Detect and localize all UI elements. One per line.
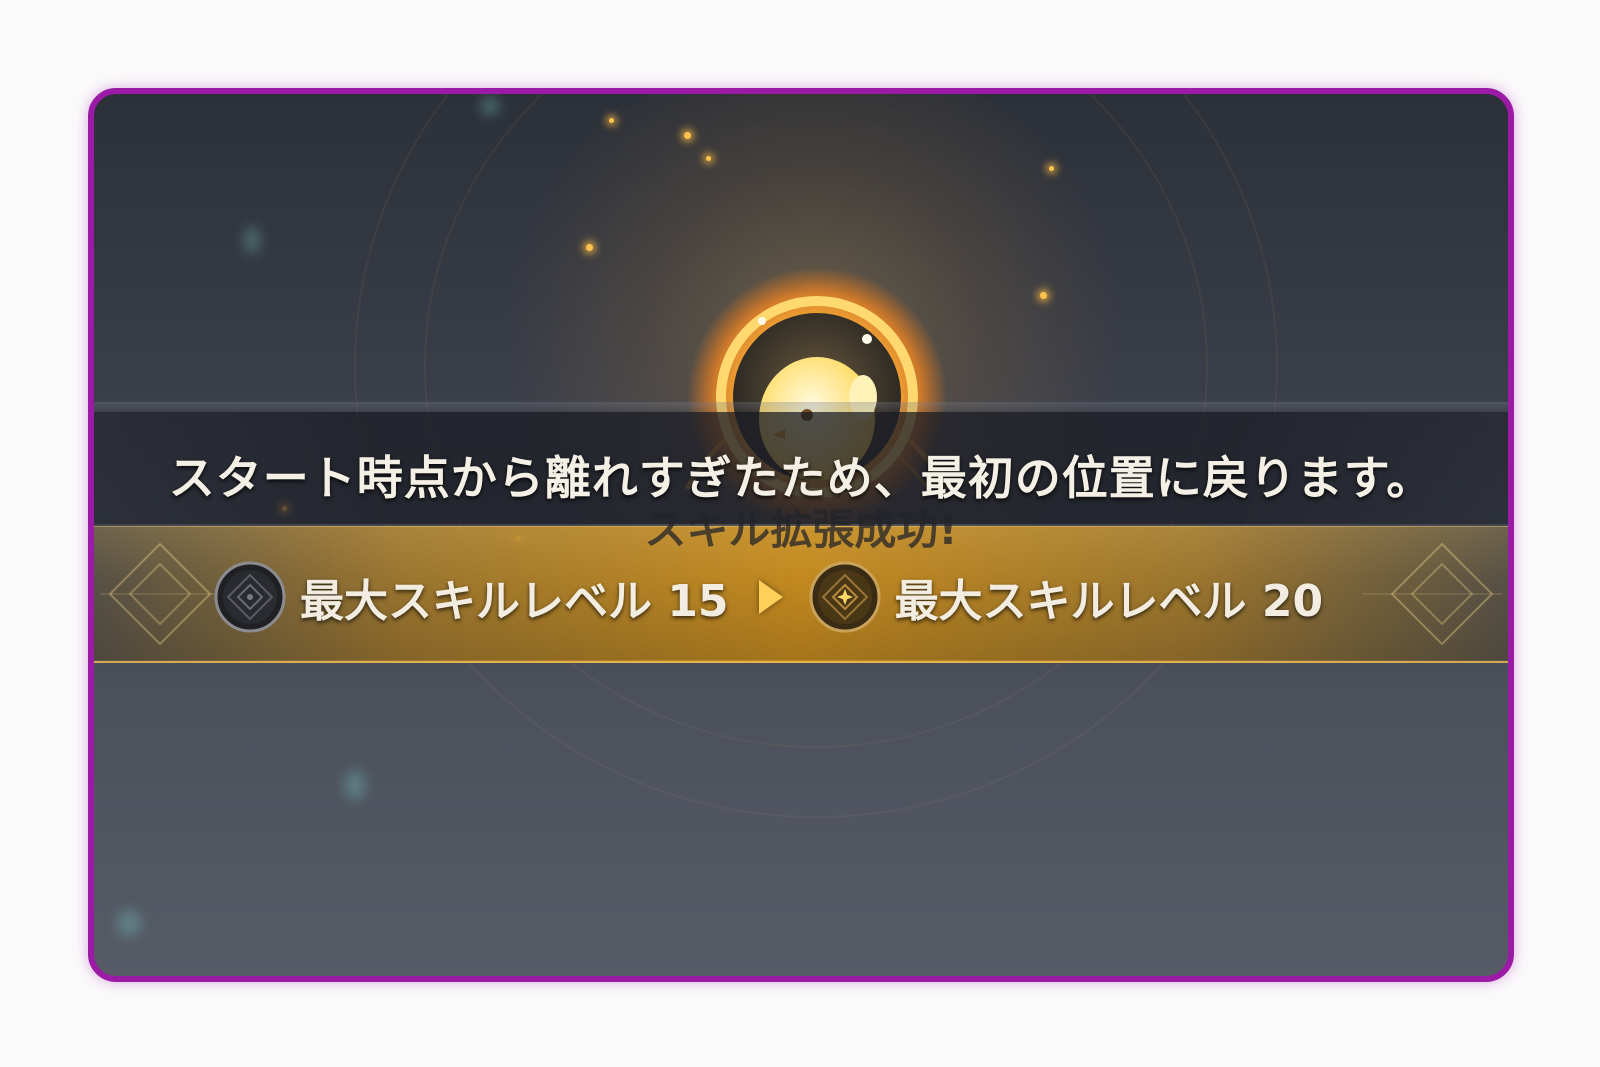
right-arrow-icon [758, 580, 783, 614]
light-mote [116, 910, 142, 936]
light-mote [244, 226, 260, 254]
notification-message: スタート時点から離れすぎたため、最初の位置に戻ります。 [168, 451, 1434, 505]
sparkle [586, 244, 593, 251]
game-screen: スキル拡張成功! スタート時点から離れすぎたため、最初の位置に戻ります。 最大ス… [88, 88, 1514, 982]
light-mote [480, 96, 500, 116]
sparkle [609, 118, 614, 123]
previous-max-level: 最大スキルレベル 15 [300, 576, 729, 627]
banner-top-stripe [94, 402, 1508, 412]
sparkle [1040, 292, 1047, 299]
sparkle [706, 156, 711, 161]
light-mote [344, 770, 366, 800]
sparkle [1049, 166, 1054, 171]
new-max-level: 最大スキルレベル 20 [894, 576, 1324, 627]
sparkle [684, 132, 691, 139]
skill-level-change: 最大スキルレベル 15 最大スキルレベル 20 [214, 557, 1323, 637]
locked-skill-emblem-icon [214, 561, 286, 633]
gold-skill-emblem-icon [809, 561, 881, 633]
